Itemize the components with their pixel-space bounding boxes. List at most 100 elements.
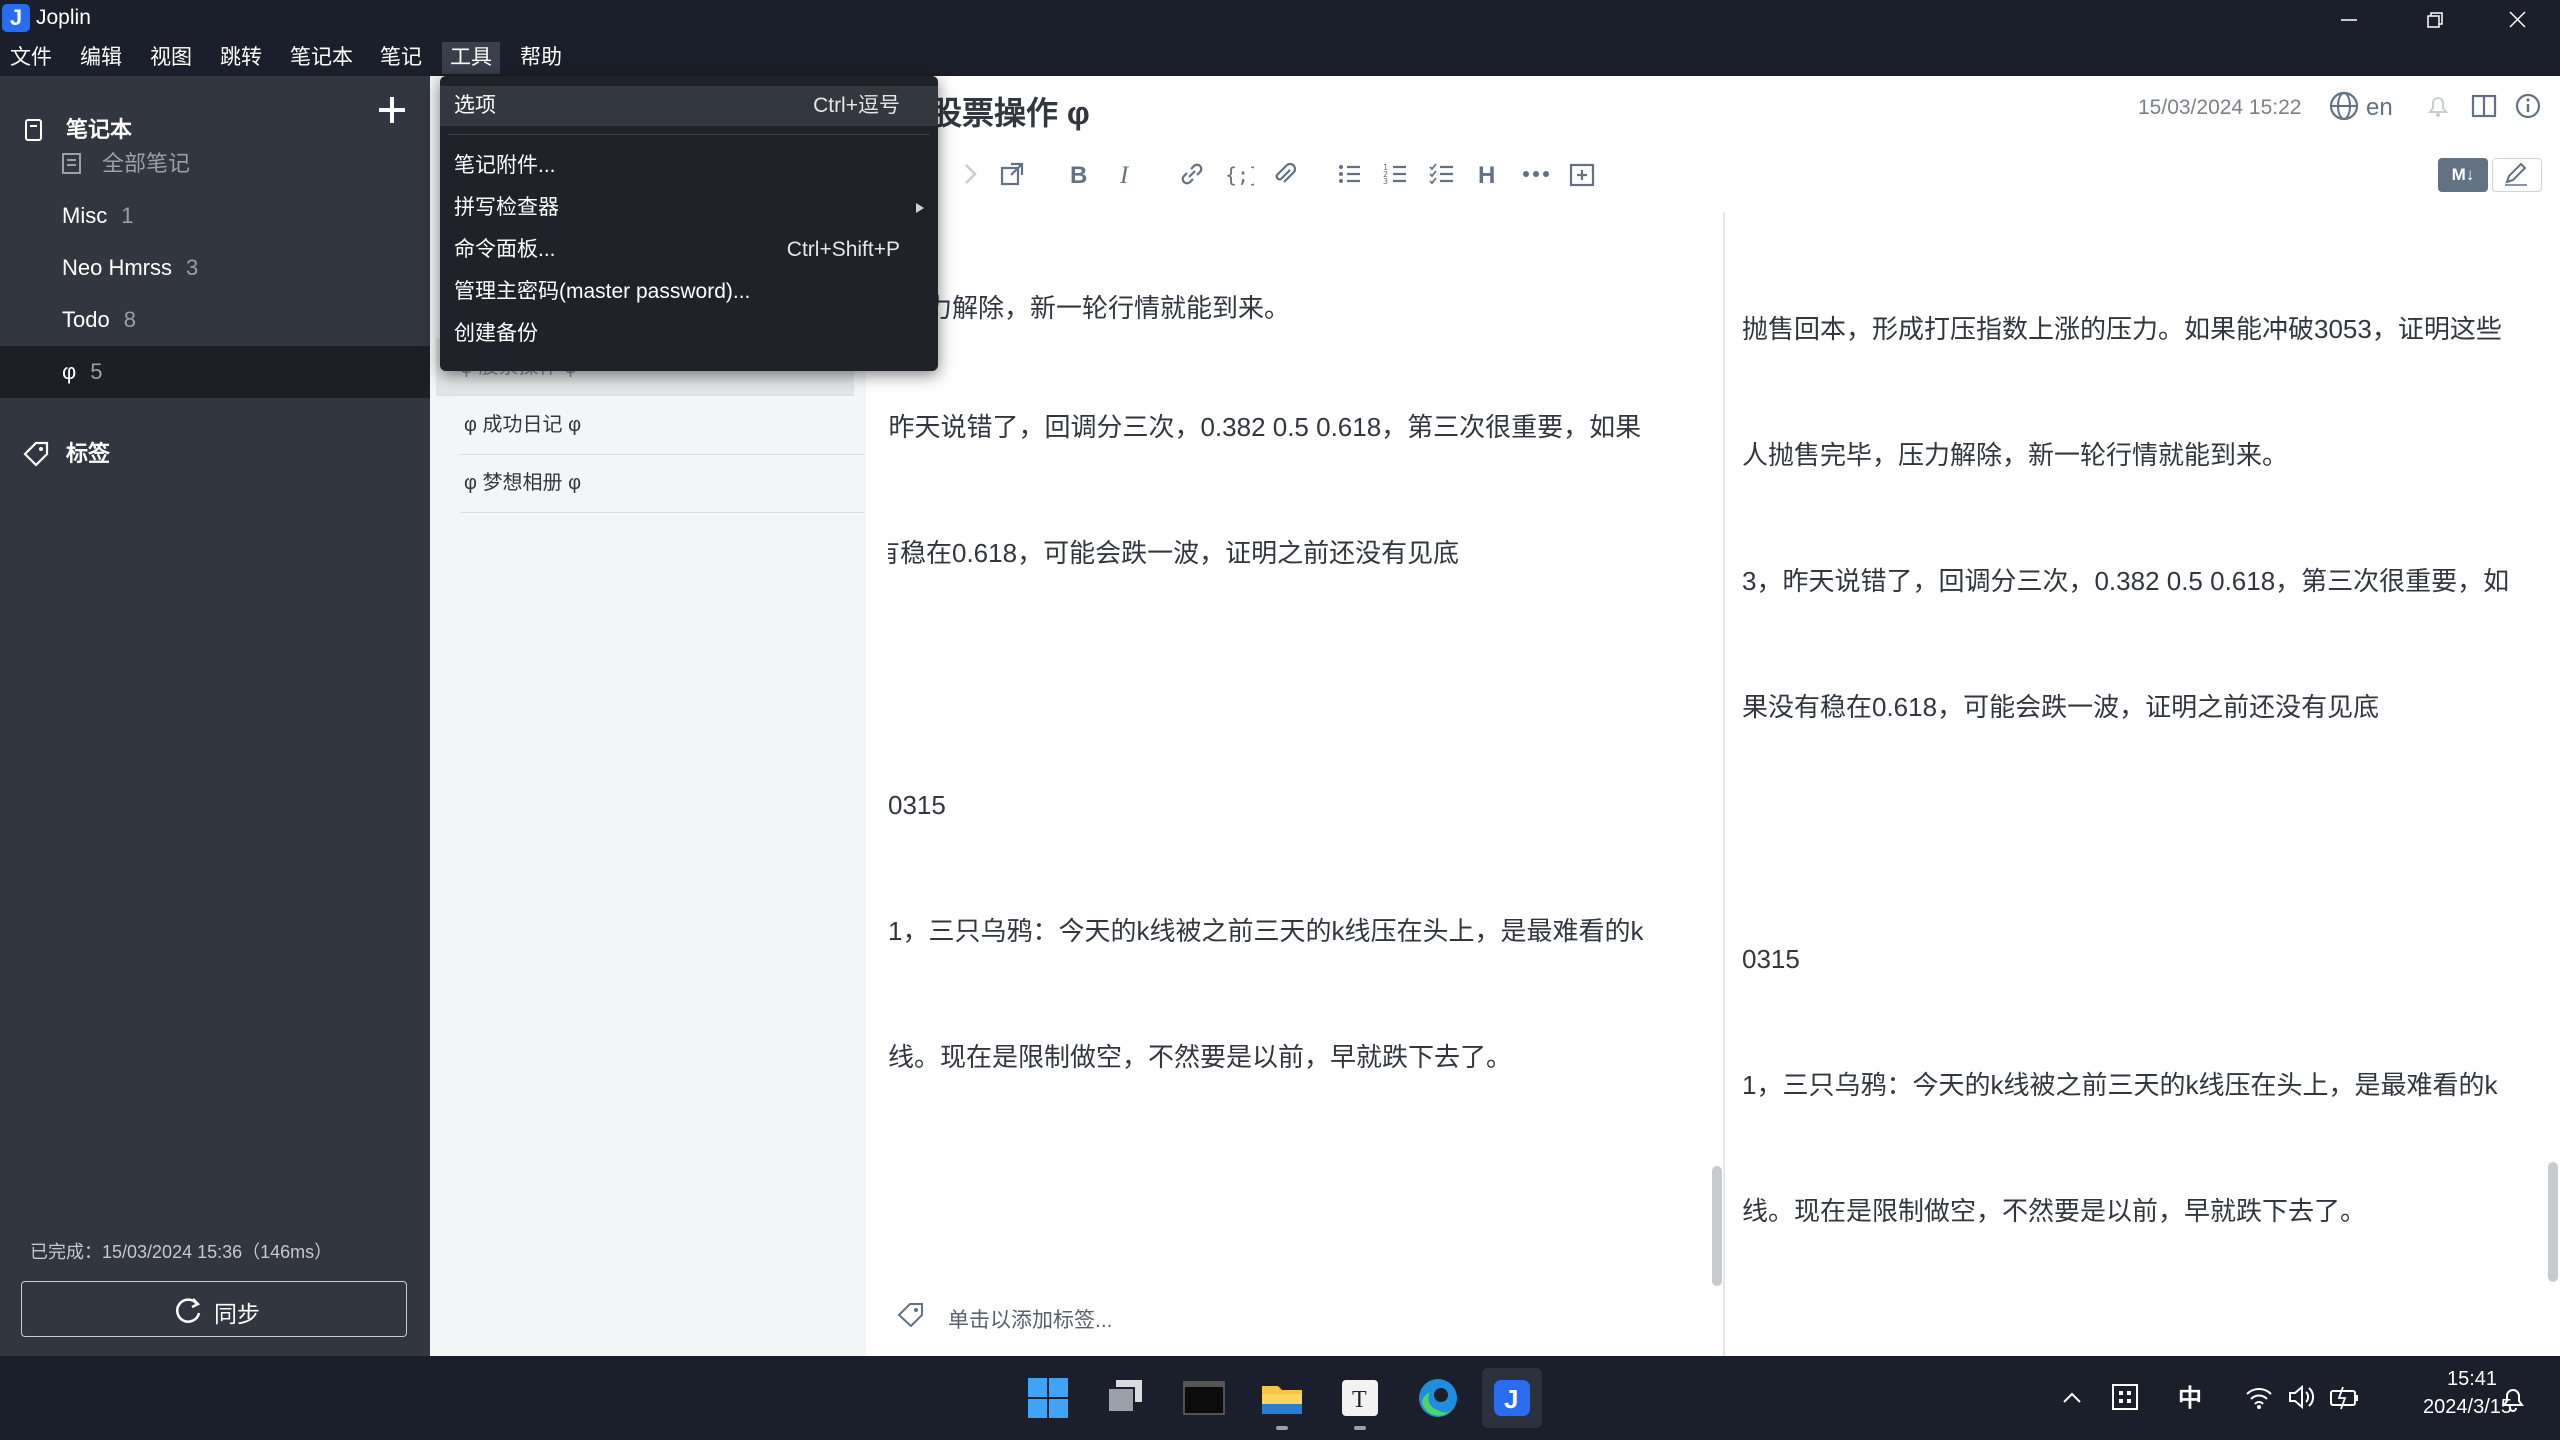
battery-icon[interactable]	[2328, 1382, 2360, 1412]
viewer-line: 0315	[1742, 944, 1800, 974]
file-explorer-button[interactable]	[1252, 1368, 1312, 1430]
attachment-icon[interactable]	[1270, 160, 1298, 188]
alarm-bell-icon[interactable]	[2424, 92, 2452, 120]
menu-item-note-attachments[interactable]: 笔记附件...	[440, 146, 938, 186]
sidebar-item-phi[interactable]: φ5	[0, 346, 430, 398]
info-icon[interactable]	[2514, 92, 2542, 120]
svg-text:{;}: {;}	[1225, 163, 1254, 187]
restore-button[interactable]	[2398, 0, 2474, 40]
note-item[interactable]: φ 梦想相册 φ	[460, 454, 864, 513]
insert-datetime-icon[interactable]	[1568, 160, 1596, 188]
toggle-layout-icon[interactable]	[2470, 92, 2498, 120]
sidebar-item-all-notes[interactable]: 全部笔记	[0, 138, 430, 190]
checklist-icon[interactable]	[1428, 160, 1456, 188]
italic-icon[interactable]: I	[1112, 160, 1140, 188]
editor-line: 0315	[888, 790, 946, 820]
menu-item-master-password[interactable]: 管理主密码(master password)...	[440, 272, 938, 312]
edge-button[interactable]	[1408, 1368, 1468, 1428]
add-notebook-button[interactable]	[374, 92, 410, 128]
editor-line: 毕，压力解除，新一轮行情就能到来。	[848, 294, 1291, 322]
svg-text:T: T	[1352, 1387, 1367, 1413]
volume-icon[interactable]	[2286, 1382, 2316, 1412]
file-explorer-icon	[1262, 1386, 1302, 1414]
viewer-scrollbar[interactable]	[2548, 1162, 2558, 1282]
all-notes-label: 全部笔记	[102, 151, 191, 176]
chevron-up-icon[interactable]	[2060, 1386, 2084, 1410]
taskbar-clock-date[interactable]: 2024/3/15	[2382, 1396, 2512, 1419]
editor-toolbar: B I {;} 123 H	[866, 144, 2560, 206]
menu-item-options[interactable]: 选项 Ctrl+逗号	[440, 86, 938, 126]
notebook-label: φ	[62, 359, 77, 384]
pane-divider	[1723, 212, 1725, 1362]
notebook-label: Misc	[62, 203, 108, 228]
menu-note[interactable]: 笔记	[372, 42, 430, 74]
note-date: 15/03/2024 15:22	[2138, 96, 2302, 119]
menu-notebook[interactable]: 笔记本	[282, 42, 361, 74]
globe-icon[interactable]	[2328, 90, 2360, 122]
input-method-indicator[interactable]: 中	[2178, 1378, 2202, 1413]
start-button[interactable]	[1018, 1368, 1078, 1428]
notification-bell-icon[interactable]	[2498, 1384, 2528, 1414]
viewer-line	[1742, 812, 2509, 854]
heading-icon[interactable]: H	[1474, 160, 1502, 188]
app-tray-icon[interactable]	[2110, 1382, 2140, 1412]
language-label[interactable]: en	[2366, 94, 2393, 122]
menu-item-command-palette[interactable]: 命令面板... Ctrl+Shift+P	[440, 230, 938, 270]
task-view-button[interactable]	[1096, 1368, 1156, 1428]
numbered-list-icon[interactable]: 123	[1382, 160, 1410, 188]
menu-item-label: 命令面板...	[454, 238, 556, 261]
menu-item-spell-checker[interactable]: 拼写检查器	[440, 188, 938, 228]
notebook-count: 8	[123, 307, 136, 332]
editor-line: 没有稳在0.618，可能会跌一波，证明之前还没有见底	[848, 538, 1460, 568]
markdown-toggle-button[interactable]: M↓	[2438, 158, 2488, 192]
bold-icon[interactable]: B	[1064, 160, 1092, 188]
editor-line: 1，三只乌鸦：今天的k线被之前三天的k线压在头上，是最难看的k	[888, 916, 1644, 946]
menu-tools[interactable]: 工具	[442, 42, 500, 74]
note-title[interactable]: 股票操作 φ	[930, 88, 1090, 134]
terminal-button[interactable]	[1174, 1368, 1234, 1428]
joplin-icon: J	[1494, 1380, 1530, 1416]
menu-bar: 文件 编辑 视图 跳转 笔记本 笔记 工具 帮助	[0, 40, 2560, 76]
menu-edit[interactable]: 编辑	[72, 42, 130, 74]
sidebar-item-misc[interactable]: Misc 1	[0, 190, 430, 242]
close-icon	[2509, 11, 2526, 28]
wifi-icon[interactable]	[2244, 1382, 2274, 1412]
forward-icon[interactable]	[956, 160, 984, 188]
menu-item-create-backup[interactable]: 创建备份	[440, 314, 938, 354]
menu-go[interactable]: 跳转	[212, 42, 270, 74]
menu-item-label: 选项	[454, 94, 496, 117]
notebook-count: 1	[121, 203, 134, 228]
menu-item-label: 笔记附件...	[454, 154, 556, 177]
code-icon[interactable]: {;}	[1224, 160, 1254, 188]
external-editor-icon[interactable]	[998, 160, 1026, 188]
plus-icon	[379, 97, 405, 123]
windows-start-icon	[1028, 1378, 1068, 1418]
editor-scrollbar[interactable]	[1712, 1166, 1722, 1286]
close-button[interactable]	[2480, 0, 2556, 40]
viewer-line: 果没有稳在0.618，可能会跌一波，证明之前还没有见底	[1742, 692, 2380, 722]
edge-icon	[1419, 1379, 1457, 1417]
markdown-editor-pane[interactable]: 毕，压力解除，新一轮行情就能到来。 3，昨天说错了，回调分三次，0.382 0.…	[888, 210, 1643, 1162]
joplin-logo-icon: J	[2, 4, 30, 32]
task-view-icon	[1107, 1380, 1142, 1413]
menu-view[interactable]: 视图	[142, 42, 200, 74]
menu-help[interactable]: 帮助	[512, 42, 570, 74]
menu-file[interactable]: 文件	[2, 42, 60, 74]
typora-button[interactable]: T	[1330, 1368, 1390, 1430]
sidebar-item-todo[interactable]: Todo 8	[0, 294, 430, 346]
sidebar-item-neo-hmrss[interactable]: Neo Hmrss 3	[0, 242, 430, 294]
sync-button[interactable]: 同步	[21, 1281, 407, 1337]
minimize-button[interactable]	[2312, 0, 2388, 40]
rich-text-toggle-button[interactable]	[2492, 158, 2542, 192]
sync-button-label: 同步	[214, 1301, 260, 1327]
bulleted-list-icon[interactable]	[1336, 160, 1364, 188]
all-notes-icon	[62, 153, 81, 174]
joplin-taskbar-button[interactable]: J	[1482, 1368, 1542, 1428]
more-icon[interactable]	[1520, 160, 1552, 188]
note-item[interactable]: φ 成功日记 φ	[460, 396, 864, 455]
notebook-count: 5	[90, 359, 103, 384]
viewer-line: 人抛售完毕，压力解除，新一轮行情就能到来。	[1742, 440, 2289, 470]
link-icon[interactable]	[1178, 160, 1206, 188]
editor-panel: 股票操作 φ 15/03/2024 15:22 en B I {;} 123 H…	[866, 76, 2560, 1362]
